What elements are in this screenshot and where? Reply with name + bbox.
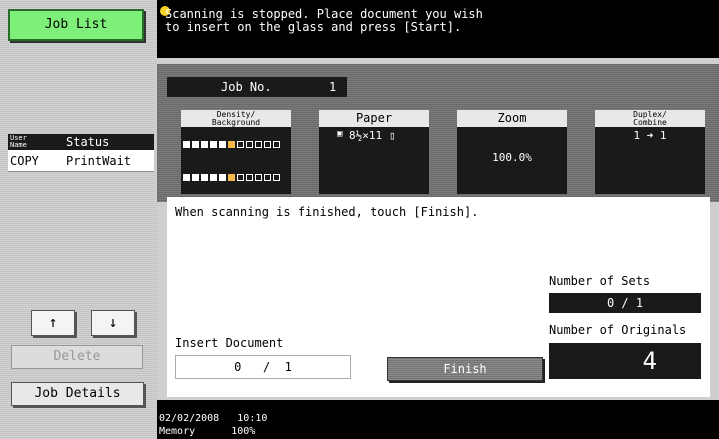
job-number-bar: Job No. 1 (167, 77, 347, 97)
duplex-value: 1 ➜ 1 (633, 129, 667, 142)
scroll-up-button[interactable]: ↑ (31, 310, 75, 336)
job-table-header: User Name Status (8, 134, 154, 150)
settings-area: Job No. 1 Density/ Background Paper ▣ 8½… (157, 64, 719, 202)
instruction-area: When scanning is finished, touch [Finish… (167, 197, 710, 397)
density-scale (183, 140, 289, 148)
status-header: Status (66, 135, 110, 149)
up-arrow-icon: ↑ (48, 313, 58, 331)
density-setting: Density/ Background (181, 110, 291, 194)
number-of-originals-value: 4 (549, 343, 701, 379)
paper-display: ▣ 8½×11 ▯ (319, 127, 429, 194)
number-of-sets-value: 0 / 1 (549, 293, 701, 313)
zoom-setting: Zoom 100.0% (457, 110, 567, 194)
background-scale (183, 173, 289, 181)
zoom-value: 100.0% (492, 151, 532, 164)
left-panel: Job List User Name Status COPY PrintWait… (0, 0, 157, 439)
down-arrow-icon: ↓ (108, 313, 118, 331)
insert-document-counter: 0 / 1 (175, 355, 351, 379)
instruction-text: When scanning is finished, touch [Finish… (175, 205, 479, 219)
user-name-header: User Name (10, 134, 27, 149)
density-label: Density/ Background (181, 110, 291, 127)
footer-date: 02/02/2008 (159, 413, 220, 424)
main-panel: Job No. 1 Density/ Background Paper ▣ 8½… (157, 58, 719, 400)
zoom-label: Zoom (457, 110, 567, 127)
memory-value: 100% (231, 426, 256, 437)
memory-label: Memory (159, 426, 196, 437)
number-of-sets-label: Number of Sets (549, 274, 651, 288)
status-message: Scanning is stopped. Place document you … (165, 7, 483, 34)
duplex-label: Duplex/ Combine (595, 110, 705, 127)
job-details-button[interactable]: Job Details (11, 382, 144, 406)
number-of-originals-label: Number of Originals (549, 323, 687, 337)
paper-size-value: 8½×11 (349, 129, 383, 142)
job-status: PrintWait (66, 154, 132, 168)
job-user-name: COPY (10, 154, 39, 168)
job-number-value: 1 (329, 80, 337, 94)
insert-document-label: Insert Document (175, 336, 284, 350)
delete-button[interactable]: Delete (11, 345, 143, 369)
paper-tray-icon: ▣ (337, 129, 343, 139)
footer-time: 10:10 (237, 413, 268, 424)
status-footer: 02/02/2008 10:10 Memory 100% (157, 400, 719, 439)
zoom-display: 100.0% (457, 127, 567, 194)
paper-setting: Paper ▣ 8½×11 ▯ (319, 110, 429, 194)
job-table: User Name Status COPY PrintWait (8, 134, 154, 172)
duplex-display: 1 ➜ 1 (595, 127, 705, 194)
paper-orientation-icon: ▯ (389, 129, 396, 142)
message-bar: Scanning is stopped. Place document you … (157, 0, 719, 58)
duplex-setting: Duplex/ Combine 1 ➜ 1 (595, 110, 705, 194)
finish-button[interactable]: Finish (387, 357, 543, 381)
scroll-down-button[interactable]: ↓ (91, 310, 135, 336)
job-number-label: Job No. (221, 80, 272, 94)
paper-label: Paper (319, 110, 429, 127)
job-table-row[interactable]: COPY PrintWait (8, 150, 154, 172)
job-list-button[interactable]: Job List (8, 9, 144, 41)
density-display (181, 127, 291, 194)
